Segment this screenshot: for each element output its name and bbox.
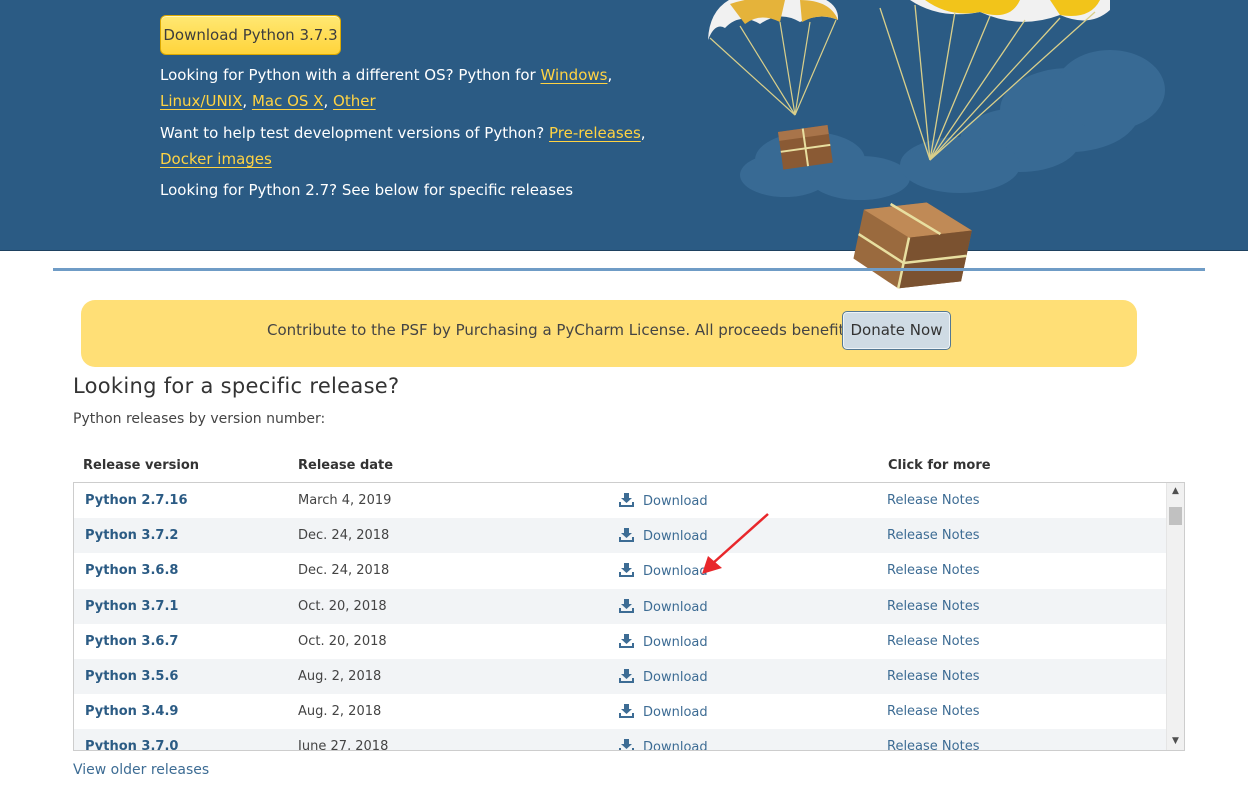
prerelease-prompt-text: Want to help test development versions o… (160, 124, 550, 142)
list-scrollbar[interactable]: ▲ ▼ (1166, 483, 1184, 750)
python27-line: Looking for Python 2.7? See below for sp… (160, 181, 574, 199)
download-icon (619, 599, 634, 613)
link-mac-os-x[interactable]: Mac OS X (252, 92, 324, 110)
download-link[interactable]: Download (619, 704, 708, 720)
download-icon (619, 493, 634, 507)
download-link[interactable]: Download (619, 493, 708, 509)
release-date: March 4, 2019 (298, 493, 392, 508)
scrollbar-thumb[interactable] (1169, 507, 1182, 525)
release-notes-link[interactable]: Release Notes (887, 563, 979, 578)
psf-banner: Contribute to the PSF by Purchasing a Py… (81, 300, 1137, 367)
release-date: Oct. 20, 2018 (298, 599, 387, 614)
scroll-up-icon[interactable]: ▲ (1167, 483, 1184, 500)
release-version-link[interactable]: Python 2.7.16 (85, 493, 187, 508)
column-header-more: Click for more (888, 458, 991, 473)
release-version-link[interactable]: Python 3.4.9 (85, 704, 178, 719)
download-icon (619, 704, 634, 718)
link-docker-images[interactable]: Docker images (160, 150, 272, 168)
release-notes-link[interactable]: Release Notes (887, 528, 979, 543)
table-row: Python 2.7.16 March 4, 2019 Download Rel… (74, 483, 1167, 518)
scroll-down-icon[interactable]: ▼ (1167, 733, 1184, 750)
download-icon (619, 528, 634, 542)
release-notes-link[interactable]: Release Notes (887, 634, 979, 649)
download-latest-button[interactable]: Download Python 3.7.3 (160, 15, 341, 55)
release-version-link[interactable]: Python 3.7.2 (85, 528, 178, 543)
link-linux-unix[interactable]: Linux/UNIX (160, 92, 242, 110)
link-windows[interactable]: Windows (541, 66, 608, 84)
download-icon (619, 563, 634, 577)
prerelease-line: Want to help test development versions o… (160, 124, 646, 142)
release-version-link[interactable]: Python 3.7.0 (85, 739, 178, 750)
download-icon (619, 634, 634, 648)
table-row: Python 3.7.2 Dec. 24, 2018 Download Rele… (74, 518, 1167, 553)
release-date: Oct. 20, 2018 (298, 634, 387, 649)
download-icon (619, 739, 634, 750)
release-version-link[interactable]: Python 3.7.1 (85, 599, 178, 614)
download-icon (619, 669, 634, 683)
table-row: Python 3.5.6 Aug. 2, 2018 Download Relea… (74, 659, 1167, 694)
table-row: Python 3.7.0 June 27, 2018 Download Rele… (74, 729, 1167, 751)
release-list[interactable]: Python 2.7.16 March 4, 2019 Download Rel… (73, 482, 1185, 751)
os-line-2: Linux/UNIX, Mac OS X, Other (160, 92, 376, 110)
page-heading: Looking for a specific release? (73, 374, 400, 398)
release-date: Dec. 24, 2018 (298, 563, 390, 578)
release-date: Dec. 24, 2018 (298, 528, 390, 543)
download-link[interactable]: Download (619, 599, 708, 615)
docker-line: Docker images (160, 146, 272, 172)
parachute-illustration (708, 0, 1165, 289)
download-link[interactable]: Download (619, 739, 708, 750)
release-date: Aug. 2, 2018 (298, 704, 382, 719)
column-header-date: Release date (298, 458, 394, 473)
table-row: Python 3.6.7 Oct. 20, 2018 Download Rele… (74, 624, 1167, 659)
release-date: Aug. 2, 2018 (298, 669, 382, 684)
download-link[interactable]: Download (619, 528, 708, 544)
column-header-version: Release version (83, 458, 200, 473)
donate-now-button[interactable]: Donate Now (842, 311, 951, 350)
releases-subheading: Python releases by version number: (73, 411, 326, 427)
view-older-releases-link[interactable]: View older releases (73, 762, 209, 778)
psf-banner-text: Contribute to the PSF by Purchasing a Py… (267, 321, 909, 339)
link-other[interactable]: Other (333, 92, 376, 110)
os-line-1: Looking for Python with a different OS? … (160, 66, 613, 84)
download-link[interactable]: Download (619, 634, 708, 650)
release-version-link[interactable]: Python 3.5.6 (85, 669, 178, 684)
os-prompt-text: Looking for Python with a different OS? … (160, 66, 541, 84)
table-row: Python 3.4.9 Aug. 2, 2018 Download Relea… (74, 694, 1167, 729)
release-notes-link[interactable]: Release Notes (887, 599, 979, 614)
download-link[interactable]: Download (619, 563, 708, 579)
section-divider (53, 268, 1205, 271)
release-notes-link[interactable]: Release Notes (887, 669, 979, 684)
release-version-link[interactable]: Python 3.6.7 (85, 634, 178, 649)
release-notes-link[interactable]: Release Notes (887, 704, 979, 719)
table-row: Python 3.7.1 Oct. 20, 2018 Download Rele… (74, 589, 1167, 624)
release-notes-link[interactable]: Release Notes (887, 739, 979, 750)
table-row: Python 3.6.8 Dec. 24, 2018 Download Rele… (74, 553, 1167, 588)
link-pre-releases[interactable]: Pre-releases (549, 124, 641, 142)
download-link[interactable]: Download (619, 669, 708, 685)
release-notes-link[interactable]: Release Notes (887, 493, 979, 508)
release-date: June 27, 2018 (298, 739, 389, 751)
release-version-link[interactable]: Python 3.6.8 (85, 563, 178, 578)
